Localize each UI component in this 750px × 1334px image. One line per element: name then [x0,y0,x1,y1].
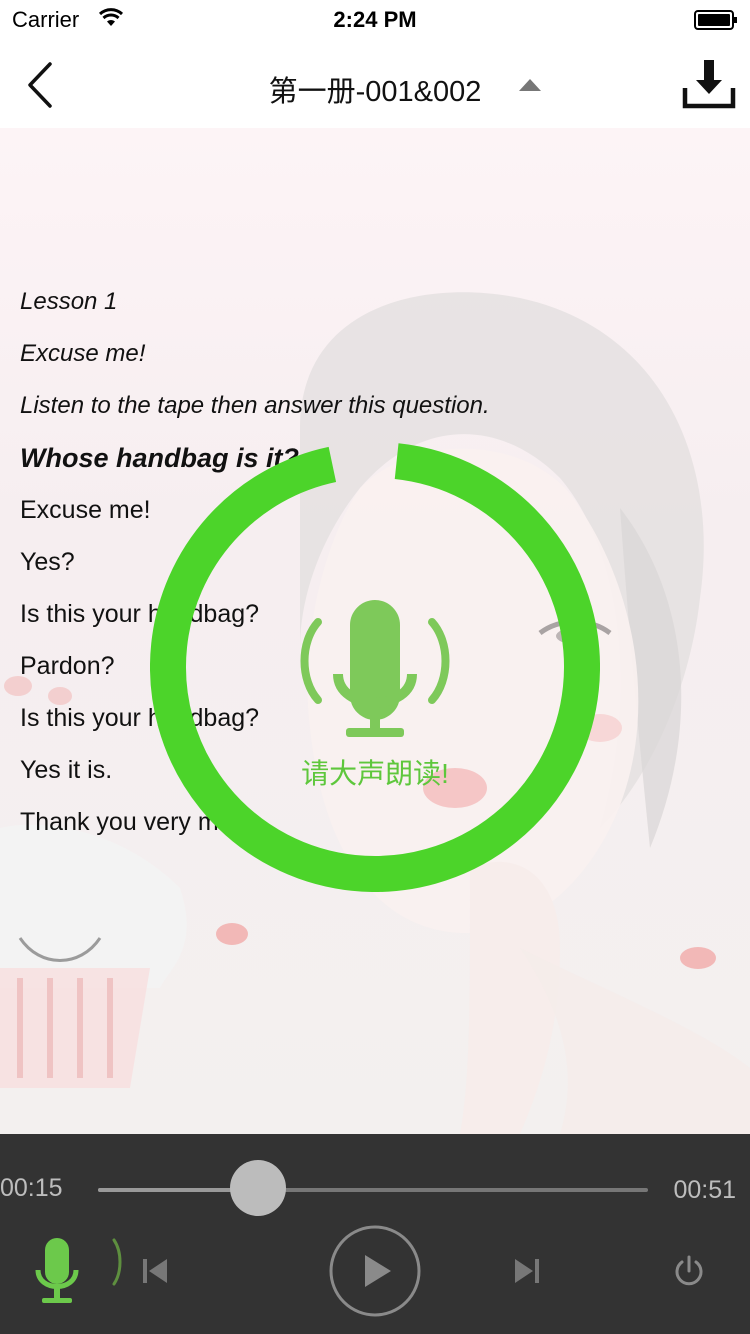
microphone-icon [35,1238,79,1303]
previous-track-button[interactable] [140,1256,170,1286]
clock: 2:24 PM [333,7,417,32]
collapse-triangle-icon[interactable] [518,78,542,92]
sound-wave-left-icon [300,618,322,704]
elapsed-time: 00:15 [0,1174,63,1202]
battery-icon [694,10,737,30]
page-title[interactable]: 第一册-001&002 [0,68,750,110]
sound-level-icon [112,1238,122,1286]
lesson-number: Lesson 1 [20,288,118,315]
next-track-button[interactable] [512,1256,542,1286]
recording-progress-ring [150,442,600,892]
total-time: 00:51 [673,1176,736,1204]
download-button[interactable] [682,58,736,110]
sound-wave-right-icon [428,618,450,704]
record-button[interactable] [32,1234,82,1310]
nav-bar: 第一册-001&002 [0,40,750,128]
audio-player: 00:15 00:51 [0,1134,750,1334]
lesson-title-text: Excuse me! [20,340,146,367]
status-bar: Carrier 2:24 PM [0,0,750,40]
slider-thumb[interactable] [229,1160,286,1216]
lesson-instruction: Listen to the tape then answer this ques… [20,392,490,419]
recording-prompt: 请大声朗读! [301,758,449,789]
play-icon [365,1255,391,1287]
progress-slider[interactable] [98,1188,648,1192]
lesson-title[interactable]: 第一册-001&002 [269,68,482,110]
power-button[interactable] [672,1254,706,1288]
microphone-icon [333,600,417,737]
play-button[interactable] [328,1224,422,1318]
